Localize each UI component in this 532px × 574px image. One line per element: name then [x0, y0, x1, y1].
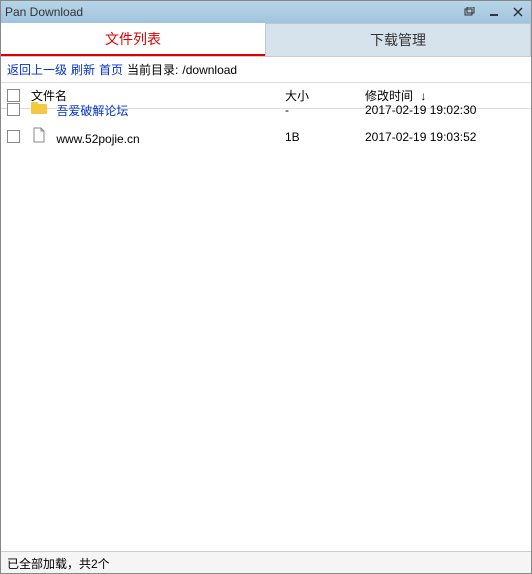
file-mtime: 2017-02-19 19:03:52	[365, 130, 525, 144]
toolbar: 返回上一级 刷新 首页 当前目录: /download	[1, 57, 531, 82]
list-item[interactable]: 吾爱破解论坛 - 2017-02-19 19:02:30	[1, 96, 531, 123]
tab-download-manager[interactable]: 下载管理	[265, 23, 531, 56]
file-size: 1B	[285, 130, 365, 144]
file-size: -	[285, 103, 365, 117]
row-checkbox-cell	[7, 103, 31, 116]
status-bar: 已全部加载，共2个	[1, 551, 531, 573]
minimize-icon[interactable]	[485, 5, 503, 19]
file-name-cell: 吾爱破解论坛	[31, 100, 285, 119]
file-name-cell: www.52pojie.cn	[31, 127, 285, 146]
close-icon[interactable]	[509, 5, 527, 19]
file-name[interactable]: www.52pojie.cn	[56, 132, 139, 146]
row-checkbox[interactable]	[7, 130, 20, 143]
status-text: 已全部加载，共2个	[7, 557, 110, 571]
file-icon	[31, 127, 47, 143]
row-checkbox[interactable]	[7, 103, 20, 116]
file-list: 吾爱破解论坛 - 2017-02-19 19:02:30 www.52pojie…	[1, 96, 531, 551]
tab-file-list[interactable]: 文件列表	[1, 23, 265, 56]
file-mtime: 2017-02-19 19:02:30	[365, 103, 525, 117]
refresh-link[interactable]: 刷新	[71, 61, 95, 78]
home-link[interactable]: 首页	[99, 61, 123, 78]
tabs: 文件列表 下载管理	[1, 23, 531, 57]
titlebar: Pan Download	[1, 1, 531, 23]
file-name[interactable]: 吾爱破解论坛	[56, 104, 128, 118]
window-title: Pan Download	[5, 5, 461, 19]
restore-icon[interactable]	[461, 5, 479, 19]
back-link[interactable]: 返回上一级	[7, 61, 67, 78]
titlebar-buttons	[461, 5, 527, 19]
current-dir: /download	[182, 63, 237, 77]
list-item[interactable]: www.52pojie.cn 1B 2017-02-19 19:03:52	[1, 123, 531, 150]
folder-icon	[31, 100, 47, 116]
row-checkbox-cell	[7, 130, 31, 143]
current-dir-label: 当前目录:	[127, 61, 178, 78]
